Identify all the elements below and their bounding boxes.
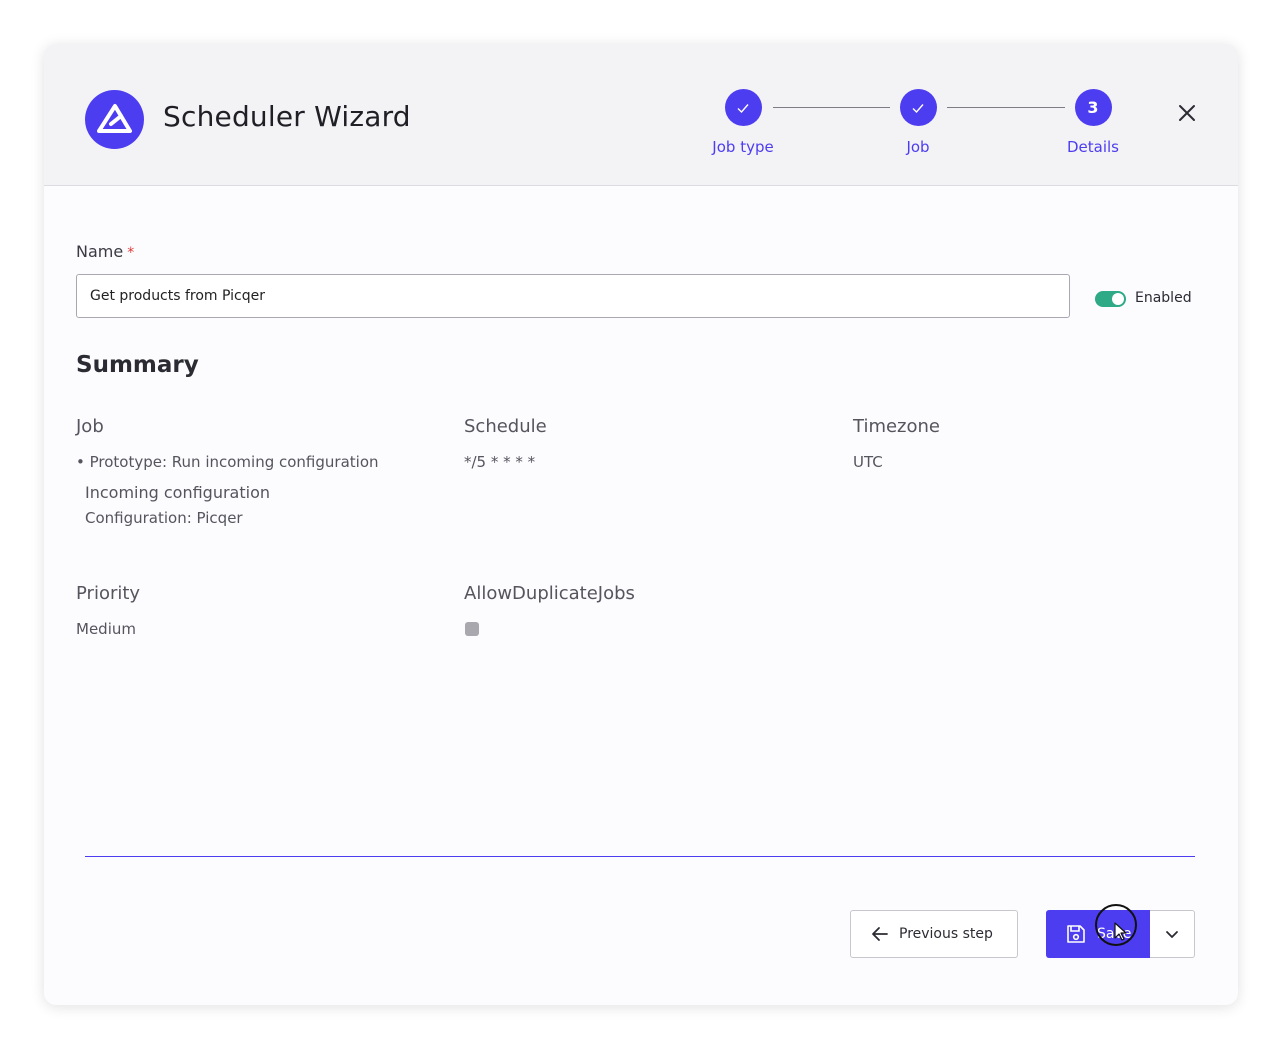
step-job-type[interactable]: Job type — [693, 89, 793, 156]
job-heading: Job — [76, 416, 104, 437]
previous-step-label: Previous step — [899, 926, 993, 942]
step-check-icon — [899, 89, 937, 126]
enabled-toggle[interactable] — [1095, 291, 1126, 307]
allow-duplicate-jobs-checkbox[interactable] — [465, 622, 479, 636]
step-label: Job type — [712, 138, 774, 156]
required-mark: * — [127, 245, 135, 261]
priority-value: Medium — [76, 620, 136, 638]
timezone-value: UTC — [853, 453, 883, 471]
arrow-left-icon — [872, 927, 888, 941]
job-item: • Prototype: Run incoming configuration — [76, 453, 379, 471]
save-options-dropdown[interactable] — [1150, 910, 1195, 958]
close-icon[interactable] — [1174, 100, 1200, 126]
page-title: Scheduler Wizard — [163, 100, 411, 133]
summary-title: Summary — [76, 352, 199, 378]
footer-divider — [85, 856, 1195, 857]
incoming-configuration-heading: Incoming configuration — [85, 483, 270, 502]
timezone-heading: Timezone — [853, 416, 940, 437]
wizard-header: Scheduler Wizard Job type Job 3 Details — [44, 44, 1238, 186]
step-label: Job — [906, 138, 930, 156]
step-label: Details — [1066, 138, 1119, 156]
priority-heading: Priority — [76, 583, 141, 604]
app-logo-icon — [85, 90, 144, 149]
save-label: Save — [1097, 926, 1132, 942]
save-icon — [1067, 925, 1085, 943]
scheduler-wizard-modal: Scheduler Wizard Job type Job 3 Details … — [44, 44, 1238, 1005]
step-details[interactable]: 3 Details — [1043, 89, 1143, 156]
toggle-knob — [1112, 293, 1124, 305]
allow-duplicate-jobs-heading: AllowDuplicateJobs — [464, 583, 635, 604]
configuration-value: Configuration: Picqer — [85, 509, 243, 527]
schedule-heading: Schedule — [464, 416, 547, 437]
step-check-icon — [724, 89, 762, 126]
step-job[interactable]: Job — [868, 89, 968, 156]
name-label: Name * — [76, 242, 134, 261]
enabled-label: Enabled — [1135, 290, 1192, 306]
chevron-down-icon — [1166, 931, 1178, 938]
previous-step-button[interactable]: Previous step — [850, 910, 1018, 958]
step-number: 3 — [1074, 89, 1112, 126]
schedule-value: */5 * * * * — [464, 453, 536, 471]
save-button[interactable]: Save — [1046, 910, 1150, 958]
name-label-text: Name — [76, 242, 124, 261]
name-input[interactable] — [76, 274, 1070, 318]
